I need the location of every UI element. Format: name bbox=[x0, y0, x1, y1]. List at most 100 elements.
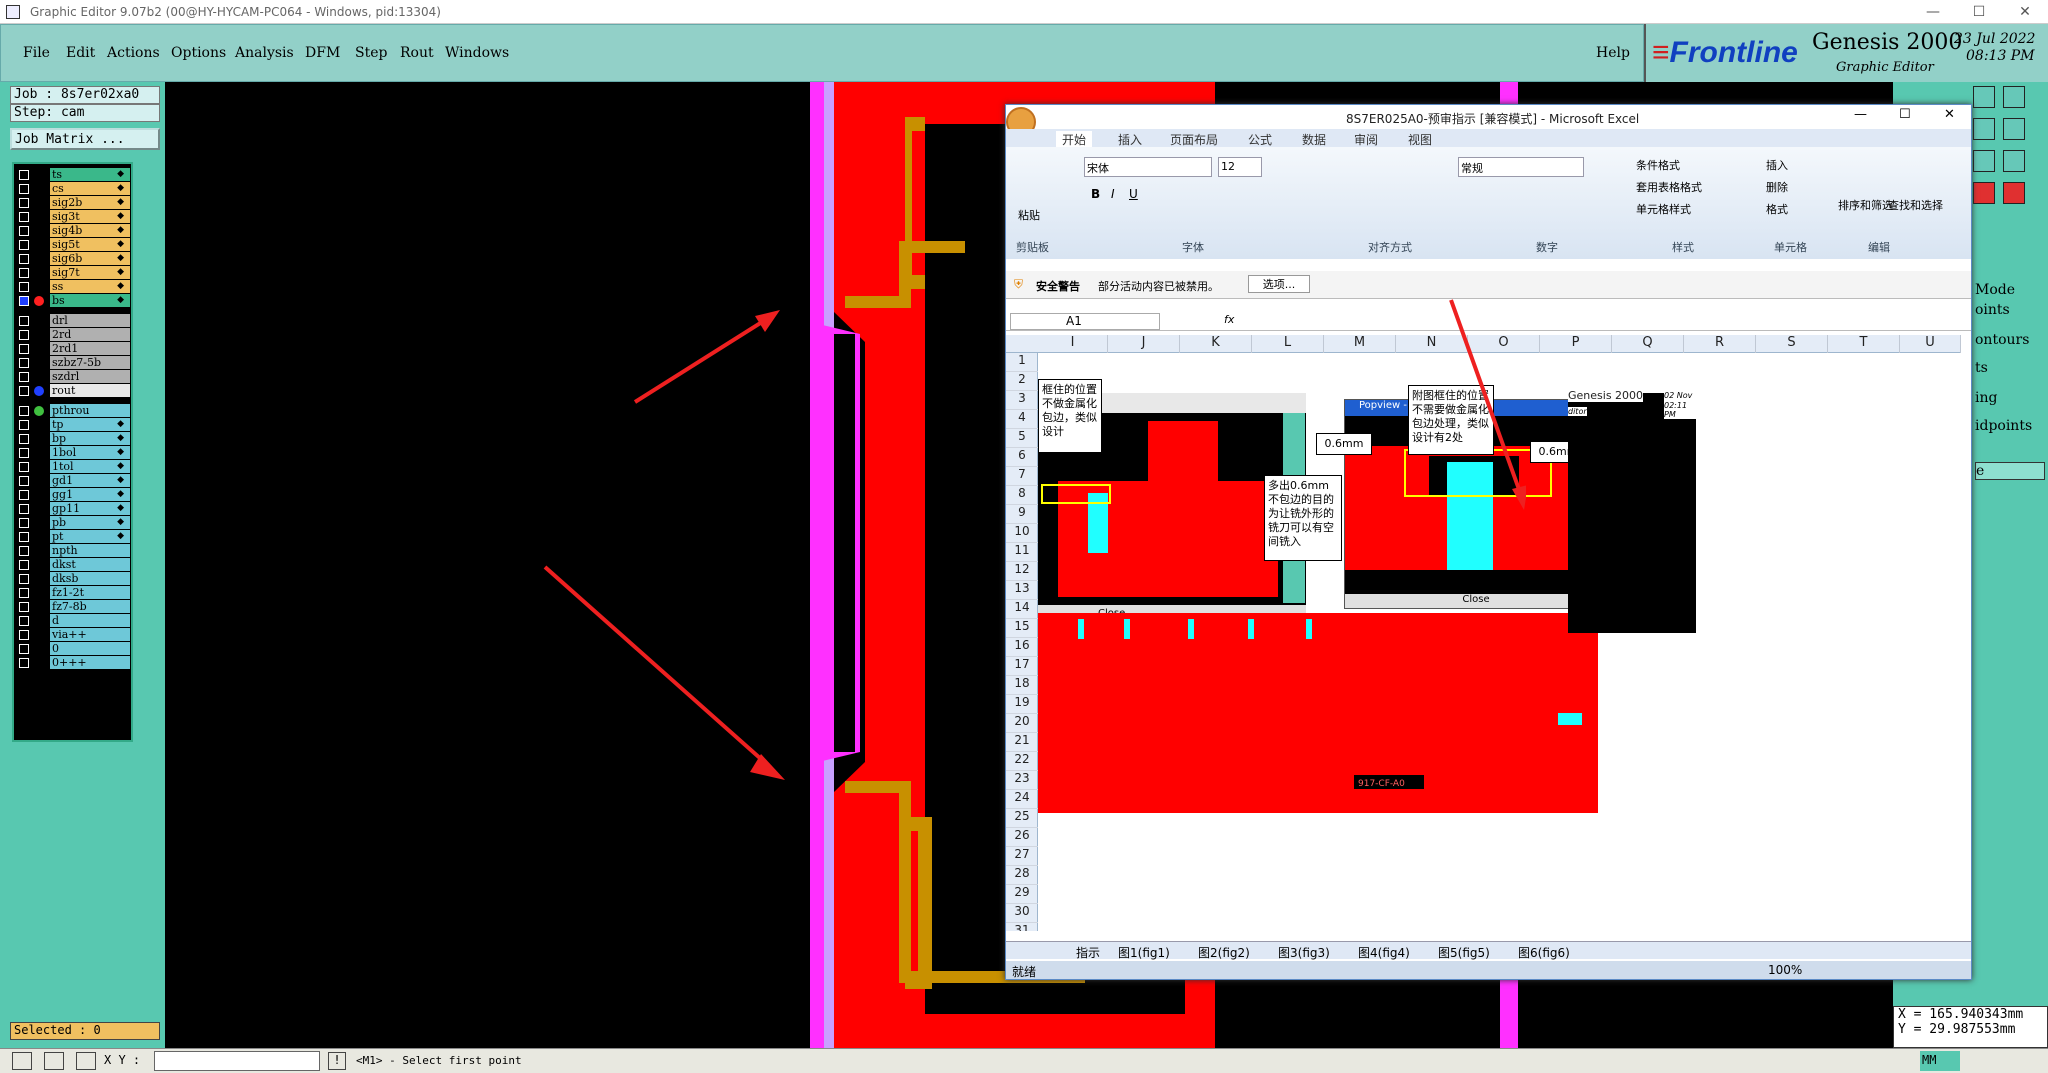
maximize-button[interactable]: ☐ bbox=[1956, 0, 2002, 24]
tool-help-icon[interactable] bbox=[2003, 150, 2025, 172]
layer-name[interactable]: 1bol ◆ bbox=[50, 446, 130, 459]
layer-name[interactable]: 1tol ◆ bbox=[50, 460, 130, 473]
layer-checkbox[interactable] bbox=[19, 476, 29, 486]
layer-checkbox[interactable] bbox=[19, 658, 29, 668]
layer-name[interactable]: pt ◆ bbox=[50, 530, 130, 543]
layer-row-sig7t[interactable]: sig7t ◆ bbox=[14, 266, 135, 280]
cell-style-button[interactable]: 单元格样式 bbox=[1636, 201, 1691, 217]
layer-row-1bol[interactable]: 1bol ◆ bbox=[14, 446, 135, 460]
job-matrix-button[interactable]: Job Matrix ... bbox=[10, 128, 160, 150]
row-header[interactable]: 19 bbox=[1006, 695, 1038, 714]
layer-name[interactable]: rout bbox=[50, 384, 130, 397]
menu-help[interactable]: Help bbox=[1596, 45, 1630, 61]
excel-close[interactable]: ✕ bbox=[1944, 107, 1955, 122]
layer-checkbox[interactable] bbox=[19, 574, 29, 584]
layer-row-sig4b[interactable]: sig4b ◆ bbox=[14, 224, 135, 238]
status-tool-1-icon[interactable] bbox=[12, 1052, 32, 1070]
layer-arrow-icon[interactable]: ◆ bbox=[117, 502, 124, 515]
layer-name[interactable]: sig6b ◆ bbox=[50, 252, 130, 265]
row-header[interactable]: 5 bbox=[1006, 429, 1038, 448]
excel-maximize[interactable]: ☐ bbox=[1899, 107, 1911, 122]
row-header[interactable]: 21 bbox=[1006, 733, 1038, 752]
layer-checkbox[interactable] bbox=[19, 358, 29, 368]
layer-checkbox[interactable] bbox=[19, 462, 29, 472]
layer-name[interactable]: drl bbox=[50, 314, 130, 327]
row-header[interactable]: 7 bbox=[1006, 467, 1038, 486]
menu-options[interactable]: Options bbox=[171, 45, 226, 61]
row-header[interactable]: 31 bbox=[1006, 923, 1038, 931]
tool-ratio-icon[interactable] bbox=[1973, 150, 1995, 172]
layer-row-gp11[interactable]: gp11 ◆ bbox=[14, 502, 135, 516]
sheet-tab-fig6[interactable]: 图6(fig6) bbox=[1518, 944, 1570, 961]
layer-checkbox[interactable] bbox=[19, 616, 29, 626]
right-menu-contours[interactable]: ontours bbox=[1975, 332, 2029, 348]
cond-format-button[interactable]: 条件格式 bbox=[1636, 157, 1680, 173]
layer-checkbox[interactable] bbox=[19, 602, 29, 612]
row-header[interactable]: 30 bbox=[1006, 904, 1038, 923]
row-header[interactable]: 16 bbox=[1006, 638, 1038, 657]
row-header[interactable]: 29 bbox=[1006, 885, 1038, 904]
layer-checkbox[interactable] bbox=[19, 198, 29, 208]
row-header[interactable]: 20 bbox=[1006, 714, 1038, 733]
insert-button[interactable]: 插入 bbox=[1766, 157, 1788, 173]
menu-edit[interactable]: Edit bbox=[66, 45, 95, 61]
tool-align-icon[interactable] bbox=[2003, 118, 2025, 140]
minimize-button[interactable]: — bbox=[1910, 0, 1956, 24]
layer-checkbox[interactable] bbox=[19, 518, 29, 528]
layer-row-npth[interactable]: npth bbox=[14, 544, 135, 558]
layer-row-drl[interactable]: drl bbox=[14, 314, 135, 328]
layer-arrow-icon[interactable]: ◆ bbox=[117, 168, 124, 181]
embedded-pcb-layout[interactable]: 917-CF-A0 bbox=[1038, 613, 1598, 813]
row-header[interactable]: 23 bbox=[1006, 771, 1038, 790]
zoom-level[interactable]: 100% bbox=[1768, 963, 1802, 977]
row-header[interactable]: 8 bbox=[1006, 486, 1038, 505]
sheet-tab-fig5[interactable]: 图5(fig5) bbox=[1438, 944, 1490, 961]
tool-pad-icon[interactable] bbox=[2003, 182, 2025, 204]
sheet-tab-fig3[interactable]: 图3(fig3) bbox=[1278, 944, 1330, 961]
layer-name[interactable]: sig7t ◆ bbox=[50, 266, 130, 279]
layer-row-cs[interactable]: cs ◆ bbox=[14, 182, 135, 196]
tab-review[interactable]: 审阅 bbox=[1354, 131, 1378, 148]
status-tool-2-icon[interactable] bbox=[44, 1052, 64, 1070]
layer-checkbox[interactable] bbox=[19, 226, 29, 236]
layer-arrow-icon[interactable]: ◆ bbox=[117, 210, 124, 223]
row-header[interactable]: 12 bbox=[1006, 562, 1038, 581]
row-header[interactable]: 22 bbox=[1006, 752, 1038, 771]
layer-name[interactable]: tp ◆ bbox=[50, 418, 130, 431]
layer-checkbox[interactable] bbox=[19, 406, 29, 416]
layer-row-0[interactable]: 0 bbox=[14, 642, 135, 656]
xy-input[interactable] bbox=[154, 1051, 320, 1071]
name-box[interactable]: A1 bbox=[1010, 313, 1160, 330]
layer-row-pthrou[interactable]: pthrou bbox=[14, 404, 135, 418]
row-header[interactable]: 3 bbox=[1006, 391, 1038, 410]
tool-net-icon[interactable] bbox=[1973, 182, 1995, 204]
layer-row-fz1-2t[interactable]: fz1-2t bbox=[14, 586, 135, 600]
layer-name[interactable]: sig5t ◆ bbox=[50, 238, 130, 251]
layer-name[interactable]: szdrl bbox=[50, 370, 130, 383]
layer-arrow-icon[interactable]: ◆ bbox=[117, 224, 124, 237]
layer-arrow-icon[interactable]: ◆ bbox=[117, 432, 124, 445]
layer-name[interactable]: gp11 ◆ bbox=[50, 502, 130, 515]
row-header[interactable]: 26 bbox=[1006, 828, 1038, 847]
layer-row-dksb[interactable]: dksb bbox=[14, 572, 135, 586]
layer-checkbox[interactable] bbox=[19, 630, 29, 640]
layer-checkbox[interactable] bbox=[19, 532, 29, 542]
layer-checkbox[interactable] bbox=[19, 170, 29, 180]
layer-name[interactable]: gd1 ◆ bbox=[50, 474, 130, 487]
layer-arrow-icon[interactable]: ◆ bbox=[117, 280, 124, 293]
layer-name[interactable]: 2rd1 bbox=[50, 342, 130, 355]
tab-formula[interactable]: 公式 bbox=[1248, 131, 1272, 148]
tab-home[interactable]: 开始 bbox=[1056, 131, 1093, 148]
font-size-select[interactable]: 12 bbox=[1218, 157, 1262, 177]
tab-view[interactable]: 视图 bbox=[1408, 131, 1432, 148]
layer-arrow-icon[interactable]: ◆ bbox=[117, 266, 124, 279]
menu-windows[interactable]: Windows bbox=[445, 45, 509, 61]
layer-checkbox[interactable] bbox=[19, 386, 29, 396]
layer-name[interactable]: via++ bbox=[50, 628, 130, 641]
layer-row-fz7-8b[interactable]: fz7-8b bbox=[14, 600, 135, 614]
tool-home-icon[interactable] bbox=[1973, 86, 1995, 108]
layer-row-d[interactable]: d bbox=[14, 614, 135, 628]
row-header[interactable]: 18 bbox=[1006, 676, 1038, 695]
row-header[interactable]: 13 bbox=[1006, 581, 1038, 600]
right-menu-mode[interactable]: Mode bbox=[1975, 282, 2015, 298]
